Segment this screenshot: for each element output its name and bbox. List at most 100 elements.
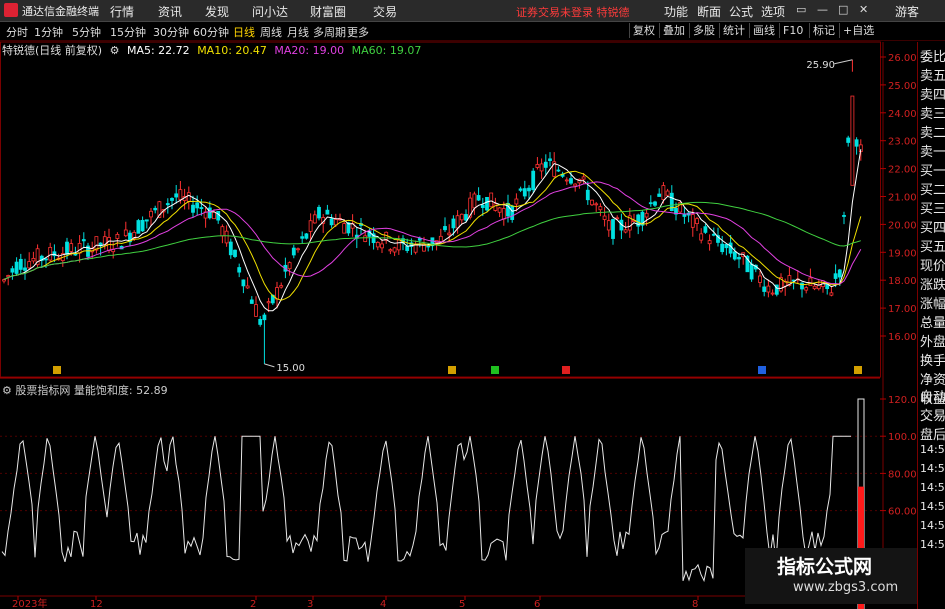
candle-body — [518, 188, 523, 191]
candle-body — [489, 192, 494, 208]
candle-body — [216, 211, 221, 221]
candle-body — [585, 189, 590, 201]
candle-body — [644, 212, 649, 218]
candle-body — [648, 202, 653, 205]
candle-body — [606, 220, 611, 231]
candle-body — [724, 244, 729, 249]
candle-body — [413, 244, 418, 253]
candle-body — [287, 262, 292, 270]
side-label: 外盘 — [920, 335, 945, 350]
candle-body — [23, 267, 27, 271]
stock-name: 特锐德(日线 前复权) — [2, 44, 103, 57]
settings-icon[interactable]: ⚙ — [2, 384, 12, 397]
candle-body — [602, 215, 607, 220]
side-label: 买五 — [920, 240, 945, 255]
candle-body — [522, 188, 527, 197]
candle-body — [375, 242, 380, 248]
candle-body — [447, 232, 452, 236]
price-tick-label: 20.00 — [888, 220, 917, 231]
candle-body — [833, 273, 838, 279]
candle-body — [531, 170, 536, 191]
price-panel-frame — [0, 41, 881, 378]
indicator-tick-label: 60.00 — [888, 507, 917, 518]
indicator-legend: ⚙ 股票指标网 量能饱和度: 52.89 — [2, 382, 168, 398]
candle-body — [514, 198, 519, 205]
side-label: 总量 — [920, 316, 945, 331]
candle-body — [136, 220, 141, 234]
watermark-title: 指标公式网 — [777, 556, 873, 578]
candle-body — [94, 236, 99, 251]
candle-body — [186, 192, 191, 202]
candle-body — [556, 169, 561, 172]
price-tick-label: 19.00 — [888, 248, 917, 259]
candle-body — [455, 215, 460, 229]
candle-body — [690, 214, 695, 228]
side-label: 14:50 — [920, 481, 945, 494]
candle-body — [262, 314, 267, 321]
candle-body — [510, 205, 515, 220]
candle-body — [249, 299, 254, 304]
candle-body — [837, 269, 842, 278]
side-label: 换手 — [920, 354, 945, 369]
candle-body — [497, 207, 502, 213]
side-label: 交易 — [920, 409, 945, 424]
candle-body — [220, 226, 225, 237]
saturation-line — [1, 435, 851, 583]
ma10-value: MA10: 20.47 — [197, 44, 267, 57]
candle-body — [623, 229, 628, 233]
candle-body — [581, 176, 586, 180]
candle-body — [115, 234, 120, 239]
ma5-line — [3, 149, 862, 312]
side-label: 涨跌 — [920, 278, 945, 293]
candle-body — [472, 193, 477, 209]
candle-body — [333, 219, 338, 226]
candle-body — [304, 233, 309, 239]
candle-body — [300, 236, 305, 239]
candle-body — [548, 158, 552, 161]
price-tick-label: 16.00 — [888, 332, 917, 343]
candle-body — [207, 207, 212, 219]
event-marker-icon — [758, 366, 766, 374]
candle-body — [829, 292, 834, 296]
candle-body — [808, 277, 813, 287]
candle-body — [342, 223, 347, 234]
watermark-url: www.zbgs3.com — [793, 580, 899, 595]
ma5-value: MA5: 22.72 — [126, 44, 190, 57]
low-label: 15.00 — [276, 363, 305, 374]
candle-body — [2, 279, 6, 282]
candle-body — [699, 233, 704, 241]
candle-body — [443, 226, 447, 231]
candlesticks — [2, 59, 863, 364]
candle-body — [69, 243, 74, 252]
candle-body — [81, 239, 86, 242]
candle-body — [296, 248, 300, 251]
candle-body — [564, 179, 569, 182]
candle-body — [178, 189, 183, 200]
candle-body — [77, 243, 82, 254]
candle-body — [459, 213, 464, 221]
x-tick-label: 2023年 — [12, 597, 47, 609]
moving-average-lines — [3, 149, 862, 312]
candle-body — [438, 235, 443, 243]
side-label: 委比 — [920, 50, 945, 65]
candle-body — [590, 199, 594, 206]
candle-body — [191, 204, 195, 213]
x-tick-label: 6 — [534, 599, 540, 609]
candle-body — [170, 197, 174, 201]
settings-icon[interactable]: ⚙ — [110, 44, 120, 57]
candle-body — [770, 292, 775, 295]
stock-chart[interactable]: 26.00 25.00 24.00 23.00 22.00 21.00 20.00 19.00… — [0, 0, 945, 609]
side-label: 卖四 — [920, 88, 945, 103]
candle-body — [27, 261, 32, 269]
candle-body — [711, 233, 716, 236]
candle-body — [153, 207, 158, 211]
candle-body — [258, 318, 263, 325]
side-label: 卖二 — [920, 126, 945, 141]
side-label: 14:50 — [920, 462, 945, 475]
candle-body — [44, 258, 48, 261]
candle-body — [18, 258, 23, 270]
candle-body — [812, 285, 817, 290]
candle-body — [233, 249, 237, 257]
side-label: 卖三 — [920, 107, 945, 122]
candle-body — [224, 230, 229, 244]
